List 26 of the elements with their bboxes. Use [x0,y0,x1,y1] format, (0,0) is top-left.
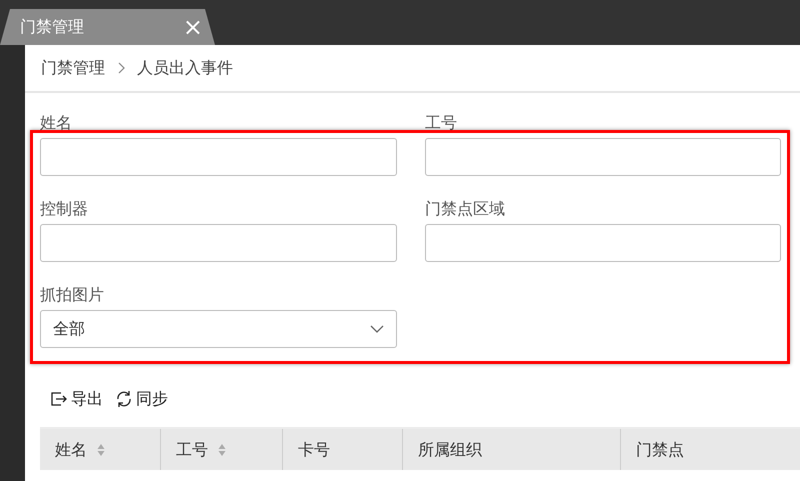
field-label: 控制器 [40,198,88,220]
input-field[interactable] [40,138,397,176]
sort-icon[interactable] [97,442,105,456]
column-header[interactable]: 卡号 [298,438,330,462]
column-header[interactable]: 所属组织 [418,438,482,462]
toolbar-button[interactable]: 导出 [50,387,103,411]
field-label: 工号 [425,112,457,134]
field-label: 门禁点区域 [425,198,505,220]
chevron-down-icon [370,325,384,333]
refresh-icon [115,390,133,408]
input-field[interactable] [40,224,397,262]
breadcrumb-item[interactable]: 门禁管理 [41,56,105,80]
sort-icon[interactable] [218,442,226,456]
select-field[interactable]: 全部 [40,310,397,348]
breadcrumb-item: 人员出入事件 [137,57,233,79]
input-field[interactable] [425,224,781,262]
field-label: 抓拍图片 [40,284,104,306]
column-header[interactable]: 姓名 [55,438,87,462]
column-header[interactable]: 工号 [176,438,208,462]
input-field[interactable] [425,138,781,176]
tab-title: 门禁管理 [20,16,84,38]
export-icon [50,390,68,408]
select-value: 全部 [53,318,85,340]
column-header[interactable]: 门禁点 [636,438,684,462]
toolbar-button[interactable]: 同步 [115,387,168,411]
field-label: 姓名 [40,112,72,134]
